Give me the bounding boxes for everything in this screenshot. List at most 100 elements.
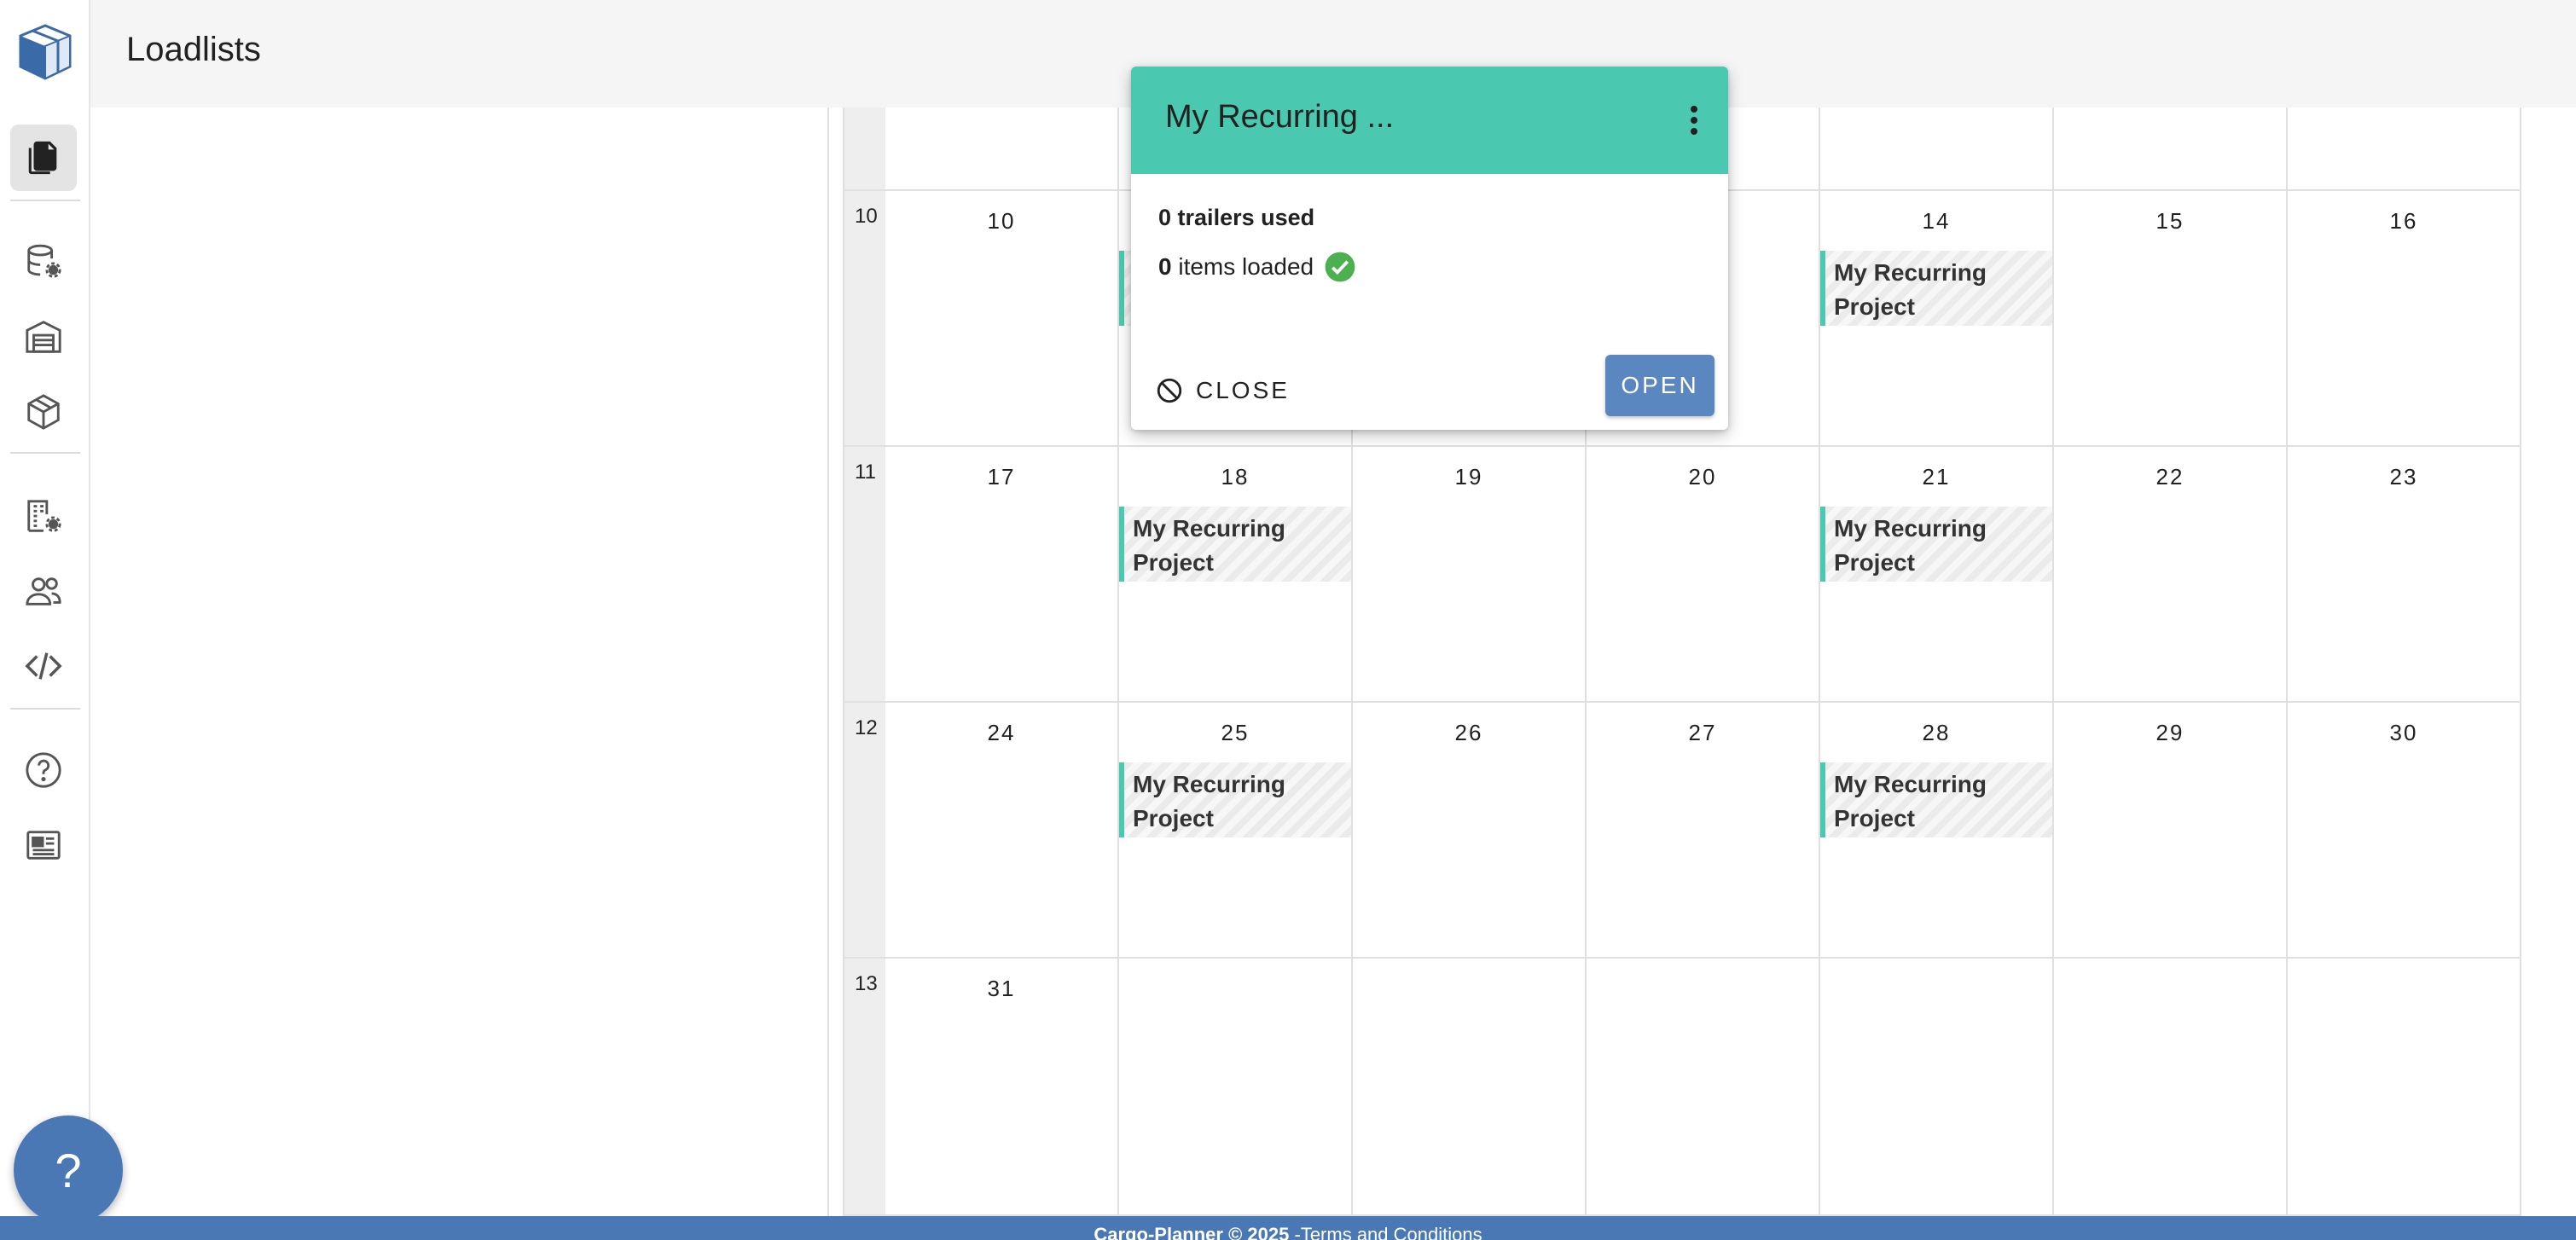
day-cell[interactable] <box>2288 107 2521 191</box>
week-number: 10 <box>855 205 878 228</box>
week-number: 11 <box>855 461 876 484</box>
day-cell[interactable]: 10 <box>885 191 1119 447</box>
day-cell[interactable] <box>1820 107 2054 191</box>
week-number-cell: 10 <box>843 191 885 447</box>
day-cell[interactable]: 30 <box>2288 703 2521 959</box>
day-cell[interactable] <box>1119 959 1353 1216</box>
day-number: 23 <box>2389 464 2418 490</box>
page-title: Loadlists <box>126 31 261 68</box>
day-cell[interactable]: 27 <box>1587 703 1820 959</box>
day-number: 19 <box>1454 464 1483 490</box>
day-number: 16 <box>2389 208 2418 234</box>
day-cell[interactable]: 18 My Recurring Project <box>1119 447 1353 703</box>
day-number: 22 <box>2155 464 2184 490</box>
day-cell[interactable]: 31 <box>885 959 1119 1216</box>
sidebar-item-data-settings[interactable] <box>10 229 77 295</box>
sidebar <box>0 0 90 1240</box>
help-circle-icon <box>26 752 61 788</box>
calendar-event[interactable]: My Recurring Project <box>1119 762 1351 837</box>
day-cell[interactable] <box>1820 959 2054 1216</box>
week-number: 12 <box>855 716 878 739</box>
cargo-planner-logo[interactable] <box>15 22 75 82</box>
day-number: 17 <box>987 464 1016 490</box>
items-loaded-text: 0 items loaded <box>1158 251 1356 283</box>
box-icon <box>27 394 60 430</box>
sidebar-item-users[interactable] <box>10 558 77 624</box>
day-number: 24 <box>987 720 1016 745</box>
week-number-cell <box>843 107 885 191</box>
day-number: 21 <box>1922 464 1951 490</box>
calendar-event[interactable]: My Recurring Project <box>1820 762 2052 837</box>
trailers-count: 0 <box>1158 205 1172 230</box>
day-cell[interactable]: 26 <box>1353 703 1587 959</box>
calendar-event[interactable]: My Recurring Project <box>1820 507 2052 582</box>
event-popup: My Recurring ... 0 trailers used 0 items… <box>1131 67 1728 430</box>
day-cell[interactable]: 23 <box>2288 447 2521 703</box>
day-number: 28 <box>1922 720 1951 745</box>
document-icon <box>28 141 57 175</box>
day-cell[interactable] <box>2054 959 2288 1216</box>
day-cell[interactable]: 29 <box>2054 703 2288 959</box>
day-cell[interactable] <box>2288 959 2521 1216</box>
day-cell[interactable]: 25 My Recurring Project <box>1119 703 1353 959</box>
footer-brand: Cargo-Planner © 2025 <box>1094 1224 1290 1240</box>
week-number-cell: 12 <box>843 703 885 959</box>
warehouse-icon <box>26 321 61 353</box>
popup-title: My Recurring ... <box>1165 99 1395 135</box>
day-cell[interactable]: 21 My Recurring Project <box>1820 447 2054 703</box>
day-number: 30 <box>2389 720 2418 745</box>
day-cell[interactable] <box>2054 107 2288 191</box>
day-cell[interactable]: 19 <box>1353 447 1587 703</box>
help-fab-button[interactable]: ? <box>14 1115 123 1225</box>
week-number-cell: 13 <box>843 959 885 1216</box>
calendar-event[interactable]: My Recurring Project <box>1820 251 2052 326</box>
day-number: 10 <box>987 208 1016 234</box>
sidebar-item-warehouse[interactable] <box>10 304 77 370</box>
day-cell[interactable]: 14 My Recurring Project <box>1820 191 2054 447</box>
day-cell[interactable] <box>885 107 1119 191</box>
items-count: 0 <box>1158 253 1172 280</box>
database-gear-icon <box>27 244 61 278</box>
day-number: 20 <box>1688 464 1717 490</box>
newspaper-icon <box>26 831 61 860</box>
sidebar-item-api[interactable] <box>10 633 77 699</box>
day-number: 25 <box>1221 720 1250 745</box>
day-cell[interactable] <box>1587 959 1820 1216</box>
footer: Cargo-Planner © 2025 -Terms and Conditio… <box>0 1216 2576 1240</box>
sidebar-item-cargo[interactable] <box>10 379 77 445</box>
day-number: 14 <box>1922 208 1951 234</box>
close-button[interactable]: CLOSE <box>1155 365 1290 416</box>
week-number: 13 <box>855 972 878 995</box>
day-number: 29 <box>2155 720 2184 745</box>
day-number: 15 <box>2155 208 2184 234</box>
users-icon <box>26 577 61 606</box>
items-label: items loaded <box>1178 253 1314 280</box>
sidebar-item-help[interactable] <box>10 737 77 803</box>
code-icon <box>25 652 62 680</box>
trailers-used-text: 0 trailers used <box>1158 205 1314 231</box>
open-button[interactable]: OPEN <box>1605 355 1714 416</box>
day-cell[interactable]: 24 <box>885 703 1119 959</box>
close-button-label: CLOSE <box>1196 377 1290 403</box>
week-number-cell: 11 <box>843 447 885 703</box>
check-circle-icon <box>1325 252 1355 282</box>
popup-header: My Recurring ... <box>1131 67 1728 174</box>
day-cell[interactable] <box>1353 959 1587 1216</box>
sidebar-item-loadlists[interactable] <box>10 125 77 191</box>
calendar-event[interactable]: My Recurring Project <box>1119 507 1351 582</box>
day-cell[interactable]: 16 <box>2288 191 2521 447</box>
day-cell[interactable]: 28 My Recurring Project <box>1820 703 2054 959</box>
day-cell[interactable]: 22 <box>2054 447 2288 703</box>
day-cell[interactable]: 17 <box>885 447 1119 703</box>
trailers-label: trailers used <box>1177 205 1315 230</box>
day-number: 18 <box>1221 464 1250 490</box>
more-vert-icon[interactable] <box>1687 106 1701 136</box>
left-panel <box>90 107 829 1216</box>
sidebar-item-company-settings[interactable] <box>10 483 77 549</box>
day-number: 26 <box>1454 720 1483 745</box>
day-cell[interactable]: 15 <box>2054 191 2288 447</box>
day-cell[interactable]: 20 <box>1587 447 1820 703</box>
block-icon <box>1157 378 1182 403</box>
terms-link[interactable]: Terms and Conditions <box>1301 1224 1482 1240</box>
sidebar-item-news[interactable] <box>10 812 77 878</box>
